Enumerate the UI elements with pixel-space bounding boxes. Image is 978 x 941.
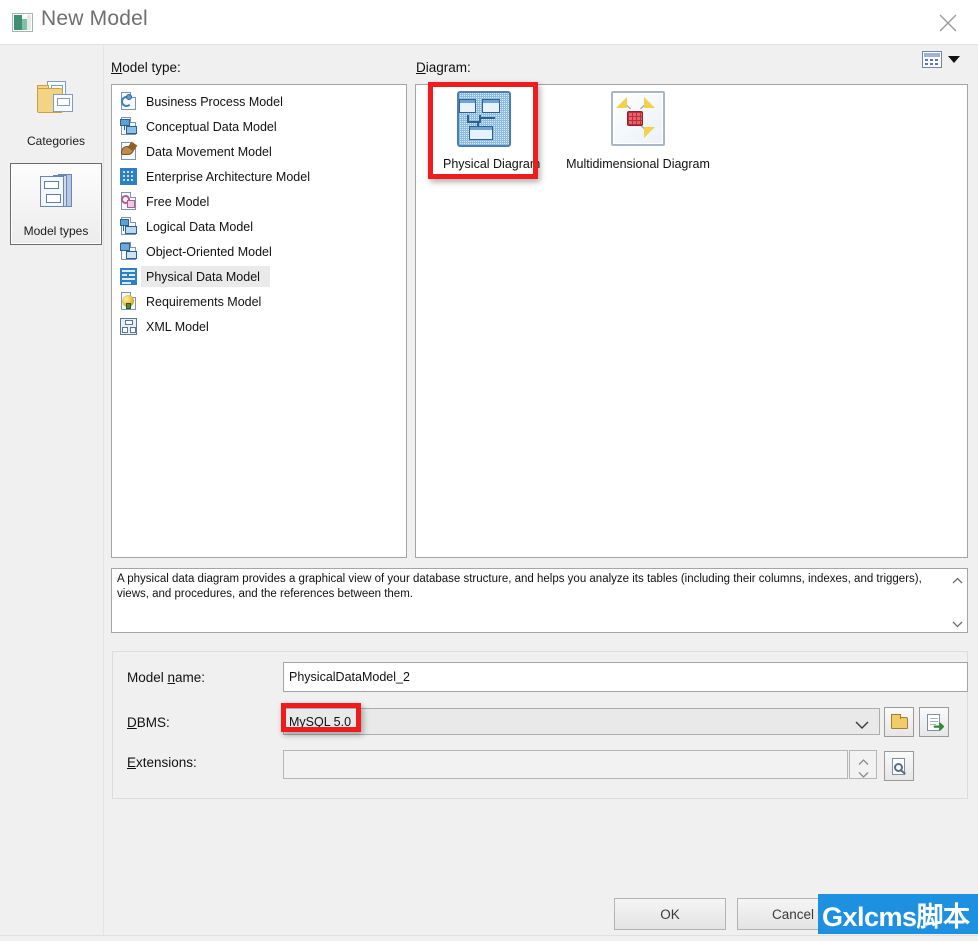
list-item[interactable]: Requirements Model <box>112 289 406 314</box>
dbms-selected-value: MySQL 5.0 <box>289 714 352 729</box>
dbms-select[interactable]: MySQL 5.0 <box>283 708 880 735</box>
model-icon <box>12 13 33 32</box>
enterprise-architecture-model-icon <box>120 167 138 186</box>
xml-model-icon <box>120 317 138 336</box>
description-scrollbar[interactable] <box>949 570 966 631</box>
spinner-down-icon[interactable] <box>858 766 869 778</box>
diagram-item-multidimensional[interactable]: Multidimensional Diagram <box>553 91 723 171</box>
scroll-down-icon[interactable] <box>952 616 963 628</box>
title-bar: New Model <box>0 0 978 45</box>
folder-icon <box>891 714 908 729</box>
extensions-label: Extensions: <box>127 755 197 770</box>
description-text: A physical data diagram provides a graph… <box>117 573 922 600</box>
extensions-input[interactable] <box>283 750 848 779</box>
description-box: A physical data diagram provides a graph… <box>111 568 968 633</box>
page-title: New Model <box>41 7 148 30</box>
magnify-icon <box>894 763 903 772</box>
bottom-edge <box>0 935 978 941</box>
list-item[interactable]: Business Process Model <box>112 89 406 114</box>
free-model-icon <box>120 192 138 211</box>
sidebar-item-model-types[interactable]: Model types <box>10 163 102 245</box>
model-type-label: Model type: <box>111 60 181 75</box>
multidimensional-diagram-icon <box>608 91 668 151</box>
extensions-spinner[interactable] <box>849 750 877 779</box>
model-name-label: Model name: <box>127 670 206 685</box>
import-arrow-icon: ➜ <box>933 718 945 734</box>
business-process-model-icon <box>120 92 138 111</box>
sidebar: Categories Model types <box>0 45 104 941</box>
model-type-list[interactable]: Business Process Model Conceptual Data M… <box>111 84 407 558</box>
diagram-item-label: Multidimensional Diagram <box>566 157 710 171</box>
close-icon[interactable] <box>926 4 970 40</box>
dbms-import-button[interactable]: ➜ <box>919 707 949 737</box>
diagram-item-label: Physical Diagram <box>443 157 541 171</box>
diagram-label: Diagram: <box>416 60 471 75</box>
extensions-properties-button[interactable] <box>884 751 914 781</box>
new-model-dialog: New Model Categories Model types Model t… <box>0 0 978 941</box>
model-types-icon <box>36 172 76 210</box>
object-oriented-model-icon <box>120 242 138 261</box>
ok-button[interactable]: OK <box>614 898 726 930</box>
data-movement-model-icon <box>120 141 138 161</box>
spinner-up-icon[interactable] <box>858 755 869 765</box>
dbms-label: DBMS: <box>127 715 170 730</box>
list-item[interactable]: Conceptual Data Model <box>112 114 406 139</box>
list-view-icon <box>922 51 942 68</box>
chevron-down-icon <box>855 717 869 735</box>
list-item[interactable]: Data Movement Model <box>112 139 406 164</box>
sidebar-item-label: Model types <box>23 224 89 238</box>
watermark: Gxlcms脚本 <box>818 894 978 934</box>
list-item-selected[interactable]: Physical Data Model <box>112 264 406 289</box>
physical-diagram-icon <box>453 91 513 151</box>
categories-folder-icon <box>36 80 76 118</box>
list-item[interactable]: Enterprise Architecture Model <box>112 164 406 189</box>
scroll-up-icon[interactable] <box>952 574 963 585</box>
requirements-model-icon <box>120 292 138 311</box>
list-item[interactable]: XML Model <box>112 314 406 339</box>
physical-data-model-icon <box>120 267 138 286</box>
sidebar-item-categories[interactable]: Categories <box>10 72 102 154</box>
chevron-down-icon <box>948 56 960 63</box>
sidebar-item-label: Categories <box>26 134 86 148</box>
list-item[interactable]: Logical Data Model <box>112 214 406 239</box>
model-name-input[interactable]: PhysicalDataModel_2 <box>283 662 968 692</box>
list-item[interactable]: Free Model <box>112 189 406 214</box>
view-mode-dropdown[interactable] <box>922 50 970 72</box>
list-item[interactable]: Object-Oriented Model <box>112 239 406 264</box>
conceptual-data-model-icon <box>120 117 138 136</box>
dbms-browse-button[interactable] <box>884 707 914 737</box>
diagram-item-physical[interactable]: Physical Diagram <box>443 91 541 171</box>
logical-data-model-icon <box>120 217 138 236</box>
